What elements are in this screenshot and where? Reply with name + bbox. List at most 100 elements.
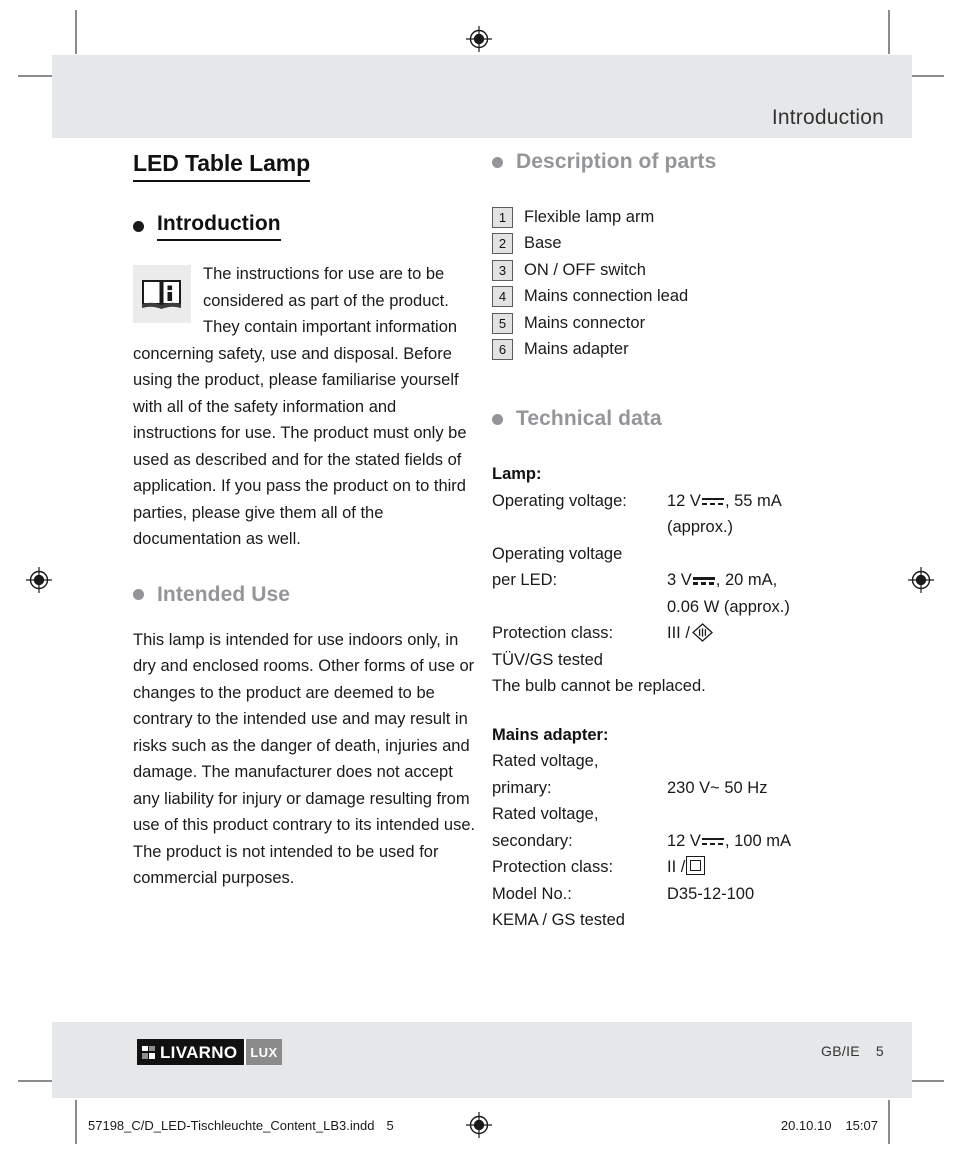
spec-value: III / xyxy=(667,620,892,647)
spec-key: per LED: xyxy=(492,571,558,589)
spec-row-operating-voltage-led: per LED: 3 V , 20 mA, xyxy=(492,567,892,594)
spec-row-protection-class-adapter: Protection class: II / xyxy=(492,854,892,881)
spec-value-pre: 12 V xyxy=(667,491,701,510)
print-date: 20.10.10 xyxy=(780,1118,832,1133)
running-head: Introduction xyxy=(771,106,884,129)
part-number-badge: 1 xyxy=(492,206,513,228)
spec-value: II / xyxy=(667,854,892,881)
spec-key-empty xyxy=(492,514,667,541)
footer-page-info: GB/IE 5 xyxy=(821,1043,884,1059)
section-heading-description-of-parts-label: Description of parts xyxy=(516,150,717,173)
print-filename: 57198_C/D_LED-Tischleuchte_Content_LB3.i… xyxy=(88,1118,375,1133)
part-label: Mains adapter xyxy=(524,340,629,359)
bullet-icon xyxy=(133,221,144,232)
section-heading-intended-use-label: Intended Use xyxy=(157,582,291,606)
spec-value: 12 V , 55 mA xyxy=(667,488,892,515)
section-heading-technical-data: Technical data xyxy=(492,407,892,431)
introduction-paragraph-block: The instructions for use are to be consi… xyxy=(133,261,478,553)
list-item: 5 Mains connector xyxy=(492,310,892,337)
list-item: 1 Flexible lamp arm xyxy=(492,204,892,231)
crop-mark-top-left-horizontal xyxy=(18,75,54,77)
section-heading-introduction-label: Introduction xyxy=(157,212,281,241)
print-page-number: 5 xyxy=(386,1118,394,1133)
part-number-badge: 4 xyxy=(492,286,513,308)
section-heading-technical-data-label: Technical data xyxy=(516,407,662,430)
crop-mark-top-left-vertical xyxy=(75,10,77,54)
print-time: 15:07 xyxy=(845,1118,878,1133)
spec-key: Operating voltage: xyxy=(492,491,627,510)
spec-value-post: , 55 mA xyxy=(724,491,782,510)
dc-current-icon xyxy=(692,575,715,586)
spec-value: 3 V , 20 mA, xyxy=(667,567,892,594)
spec-value-text: II / xyxy=(667,858,686,876)
spec-group-title-lamp: Lamp: xyxy=(492,465,542,483)
spec-row-operating-voltage: Operating voltage: 12 V , 55 mA xyxy=(492,488,892,515)
part-number-badge: 2 xyxy=(492,233,513,255)
part-label: Base xyxy=(524,234,562,253)
spec-key: Protection class: xyxy=(492,858,614,876)
spec-group-title-mains-adapter: Mains adapter: xyxy=(492,725,609,744)
spec-key: Rated voltage, xyxy=(492,805,599,823)
spec-value-post: , 20 mA, xyxy=(715,571,778,589)
right-column: Description of parts 1 Flexible lamp arm… xyxy=(492,150,892,934)
logo-main: LIVARNO xyxy=(137,1039,245,1065)
spec-value-empty xyxy=(667,801,892,828)
spec-value-text: III / xyxy=(667,624,690,642)
registration-mark-left xyxy=(24,565,54,595)
crop-mark-bottom-left-vertical xyxy=(75,1100,77,1144)
intended-use-paragraph: This lamp is intended for use indoors on… xyxy=(133,630,476,888)
dc-current-icon xyxy=(701,496,724,507)
section-heading-introduction: Introduction xyxy=(133,212,478,241)
spec-key-empty xyxy=(492,594,667,621)
list-item: 2 Base xyxy=(492,231,892,258)
parts-list: 1 Flexible lamp arm 2 Base 3 ON / OFF sw… xyxy=(492,204,892,363)
spec-row-protection-class-lamp: Protection class: III / xyxy=(492,620,892,647)
spec-row-rated-voltage-primary: primary: 230 V~ 50 Hz xyxy=(492,775,892,802)
bullet-icon xyxy=(133,589,144,600)
livarno-lux-logo: LIVARNO LUX xyxy=(137,1039,282,1065)
spec-key: Model No.: xyxy=(492,884,572,903)
part-label: ON / OFF switch xyxy=(524,260,646,279)
crop-mark-bottom-left-horizontal xyxy=(18,1080,54,1082)
protection-class-3-icon xyxy=(691,623,713,642)
footer-locale: GB/IE xyxy=(821,1043,860,1059)
logo-brand-text: LIVARNO xyxy=(160,1042,238,1062)
registration-mark-bottom xyxy=(464,1110,494,1140)
spec-value-pre: 12 V xyxy=(667,831,701,850)
spec-row-operating-voltage-cont: (approx.) xyxy=(492,514,892,541)
list-item: 4 Mains connection lead xyxy=(492,284,892,311)
page-header-band: Introduction xyxy=(52,55,912,138)
spec-value-post: , 100 mA xyxy=(724,831,791,850)
page-title-text: LED Table Lamp xyxy=(133,150,310,182)
part-number-badge: 6 xyxy=(492,339,513,361)
list-item: 3 ON / OFF switch xyxy=(492,257,892,284)
dc-current-icon xyxy=(701,836,724,847)
spec-bulb-note: The bulb cannot be replaced. xyxy=(492,677,706,695)
spec-key: Protection class: xyxy=(492,624,614,642)
spec-key: primary: xyxy=(492,778,552,797)
registration-mark-top xyxy=(464,24,494,54)
bullet-icon xyxy=(492,156,503,168)
spec-row-model-no: Model No.: D35-12-100 xyxy=(492,881,892,908)
footer-page-number: 5 xyxy=(875,1043,884,1059)
spec-row-rated-voltage-primary-line1: Rated voltage, xyxy=(492,748,892,775)
print-info-left: 57198_C/D_LED-Tischleuchte_Content_LB3.i… xyxy=(88,1118,394,1133)
spec-row-rated-voltage-secondary-line1: Rated voltage, xyxy=(492,801,892,828)
spec-value-empty xyxy=(667,748,892,775)
section-heading-intended-use: Intended Use xyxy=(133,583,478,607)
spec-key: secondary: xyxy=(492,831,573,850)
spec-value: 12 V , 100 mA xyxy=(667,828,892,855)
logo-sub-text: LUX xyxy=(244,1039,282,1065)
spec-row-operating-voltage-led-cont: 0.06 W (approx.) xyxy=(492,594,892,621)
registration-mark-right xyxy=(906,565,936,595)
crop-mark-bottom-right-horizontal xyxy=(908,1080,944,1082)
spec-value-power: 0.06 W (approx.) xyxy=(667,597,790,616)
section-heading-description-of-parts: Description of parts xyxy=(492,150,892,174)
left-column: LED Table Lamp Introduction The instruct… xyxy=(133,150,478,892)
spec-value-approx: (approx.) xyxy=(667,518,734,536)
bullet-icon xyxy=(492,413,503,425)
crop-mark-bottom-right-vertical xyxy=(888,1100,890,1144)
part-label: Flexible lamp arm xyxy=(524,207,655,226)
list-item: 6 Mains adapter xyxy=(492,337,892,364)
spec-key: Rated voltage, xyxy=(492,752,599,770)
